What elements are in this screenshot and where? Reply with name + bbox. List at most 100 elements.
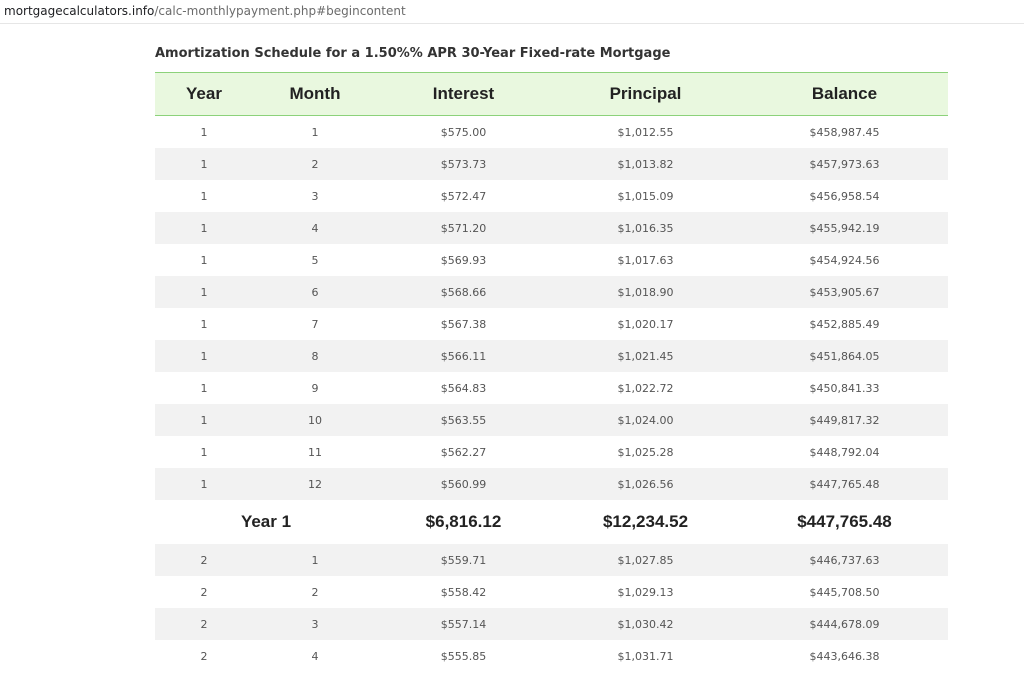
cell-balance: $443,646.38 xyxy=(809,649,880,663)
cell-year: 1 xyxy=(200,157,208,171)
cell-interest: $567.38 xyxy=(440,317,487,331)
cell-month: 2 xyxy=(311,585,319,599)
url-text[interactable]: mortgagecalculators.info/calc-monthlypay… xyxy=(4,4,406,18)
cell-interest: $573.73 xyxy=(440,157,487,171)
cell-balance: $452,885.49 xyxy=(809,317,880,331)
year2-rows: 2 1 $559.71 $1,027.85 $446,737.63 2 2 $558.42 $1… xyxy=(155,544,948,672)
cell-year: 1 xyxy=(200,125,208,139)
cell-interest: $568.66 xyxy=(440,285,487,299)
cell-principal: $1,030.42 xyxy=(617,617,674,631)
table-row: 2 4 $555.85 $1,031.71 $443,646.38 xyxy=(155,640,948,672)
cell-balance: $455,942.19 xyxy=(809,221,880,235)
cell-month: 3 xyxy=(311,617,319,631)
cell-interest: $563.55 xyxy=(440,413,487,427)
cell-month: 2 xyxy=(311,157,319,171)
table-row: 2 1 $559.71 $1,027.85 $446,737.63 xyxy=(155,544,948,576)
summary-label: Year 1 xyxy=(240,512,292,531)
table-row: 1 1 $575.00 $1,012.55 $458,987.45 xyxy=(155,116,948,148)
amortization-table: Year Month Interest Principal Balance 11… xyxy=(155,72,948,672)
cell-balance: $451,864.05 xyxy=(809,349,880,363)
table-row: 2 3 $557.14 $1,030.42 $444,678.09 xyxy=(155,608,948,640)
cell-interest: $566.11 xyxy=(440,349,487,363)
cell-month: 4 xyxy=(311,221,319,235)
header-year: Year xyxy=(186,84,222,103)
cell-principal: $1,013.82 xyxy=(617,157,674,171)
cell-month: 12 xyxy=(308,477,322,491)
cell-principal: $1,017.63 xyxy=(617,253,674,267)
cell-principal: $1,022.72 xyxy=(617,381,674,395)
table-row: 1 4 $571.20 $1,016.35 $455,942.19 xyxy=(155,212,948,244)
cell-month: 8 xyxy=(311,349,319,363)
cell-year: 2 xyxy=(200,617,208,631)
table-header: Year Month Interest Principal Balance xyxy=(155,72,948,116)
cell-month: 11 xyxy=(308,445,322,459)
cell-month: 9 xyxy=(311,381,319,395)
cell-year: 2 xyxy=(200,585,208,599)
cell-year: 1 xyxy=(200,445,208,459)
cell-month: 3 xyxy=(311,189,319,203)
table-row: 1 12 $560.99 $1,026.56 $447,765.48 xyxy=(155,468,948,500)
cell-month: 4 xyxy=(311,649,319,663)
cell-month: 6 xyxy=(311,285,319,299)
cell-month: 7 xyxy=(311,317,319,331)
cell-month: 10 xyxy=(308,413,322,427)
cell-year: 2 xyxy=(200,649,208,663)
cell-balance: $446,737.63 xyxy=(809,553,880,567)
table-row: 1 6 $568.66 $1,018.90 $453,905.67 xyxy=(155,276,948,308)
cell-balance: $447,765.48 xyxy=(809,477,880,491)
table-row: 1 2 $573.73 $1,013.82 $457,973.63 xyxy=(155,148,948,180)
cell-month: 1 xyxy=(311,553,319,567)
cell-month: 1 xyxy=(311,125,319,139)
cell-balance: $454,924.56 xyxy=(809,253,880,267)
cell-principal: $1,027.85 xyxy=(617,553,674,567)
cell-interest: $560.99 xyxy=(440,477,487,491)
url-path: /calc-monthlypayment.php#begincontent xyxy=(154,4,406,18)
cell-principal: $1,024.00 xyxy=(617,413,674,427)
cell-year: 1 xyxy=(200,317,208,331)
cell-principal: $1,029.13 xyxy=(617,585,674,599)
cell-principal: $1,012.55 xyxy=(617,125,674,139)
table-row: 1 5 $569.93 $1,017.63 $454,924.56 xyxy=(155,244,948,276)
cell-year: 2 xyxy=(200,553,208,567)
summary-principal: $12,234.52 xyxy=(602,512,689,531)
table-row: 1 10 $563.55 $1,024.00 $449,817.32 xyxy=(155,404,948,436)
cell-balance: $449,817.32 xyxy=(809,413,880,427)
cell-balance: $456,958.54 xyxy=(809,189,880,203)
table-row: 1 8 $566.11 $1,021.45 $451,864.05 xyxy=(155,340,948,372)
cell-interest: $557.14 xyxy=(440,617,487,631)
header-balance: Balance xyxy=(811,84,878,103)
table-row: 1 11 $562.27 $1,025.28 $448,792.04 xyxy=(155,436,948,468)
page-title: Amortization Schedule for a 1.50%% APR 3… xyxy=(155,46,671,61)
cell-interest: $575.00 xyxy=(440,125,487,139)
table-row: 1 7 $567.38 $1,020.17 $452,885.49 xyxy=(155,308,948,340)
address-bar[interactable]: mortgagecalculators.info/calc-monthlypay… xyxy=(0,0,1024,24)
table-row: 1 9 $564.83 $1,022.72 $450,841.33 xyxy=(155,372,948,404)
cell-year: 1 xyxy=(200,477,208,491)
cell-year: 1 xyxy=(200,221,208,235)
cell-interest: $564.83 xyxy=(440,381,487,395)
cell-interest: $569.93 xyxy=(440,253,487,267)
cell-year: 1 xyxy=(200,349,208,363)
cell-year: 1 xyxy=(200,253,208,267)
cell-year: 1 xyxy=(200,381,208,395)
cell-principal: $1,015.09 xyxy=(617,189,674,203)
year1-rows: 1 1 $575.00 $1,012.55 $458,987.45 1 2 $573.73 $1… xyxy=(155,116,948,500)
cell-month: 5 xyxy=(311,253,319,267)
cell-principal: $1,020.17 xyxy=(617,317,674,331)
cell-principal: $1,025.28 xyxy=(617,445,674,459)
cell-principal: $1,026.56 xyxy=(617,477,674,491)
cell-interest: $559.71 xyxy=(440,553,487,567)
header-month: Month xyxy=(289,84,341,103)
cell-year: 1 xyxy=(200,413,208,427)
cell-interest: $558.42 xyxy=(440,585,487,599)
summary-balance: $447,765.48 xyxy=(797,512,892,531)
cell-balance: $445,708.50 xyxy=(809,585,880,599)
cell-balance: $457,973.63 xyxy=(809,157,880,171)
cell-principal: $1,021.45 xyxy=(617,349,674,363)
cell-balance: $448,792.04 xyxy=(809,445,880,459)
header-principal: Principal xyxy=(609,84,682,103)
summary-interest: $6,816.12 xyxy=(425,512,502,531)
cell-balance: $450,841.33 xyxy=(809,381,880,395)
cell-balance: $453,905.67 xyxy=(809,285,880,299)
cell-interest: $555.85 xyxy=(440,649,487,663)
